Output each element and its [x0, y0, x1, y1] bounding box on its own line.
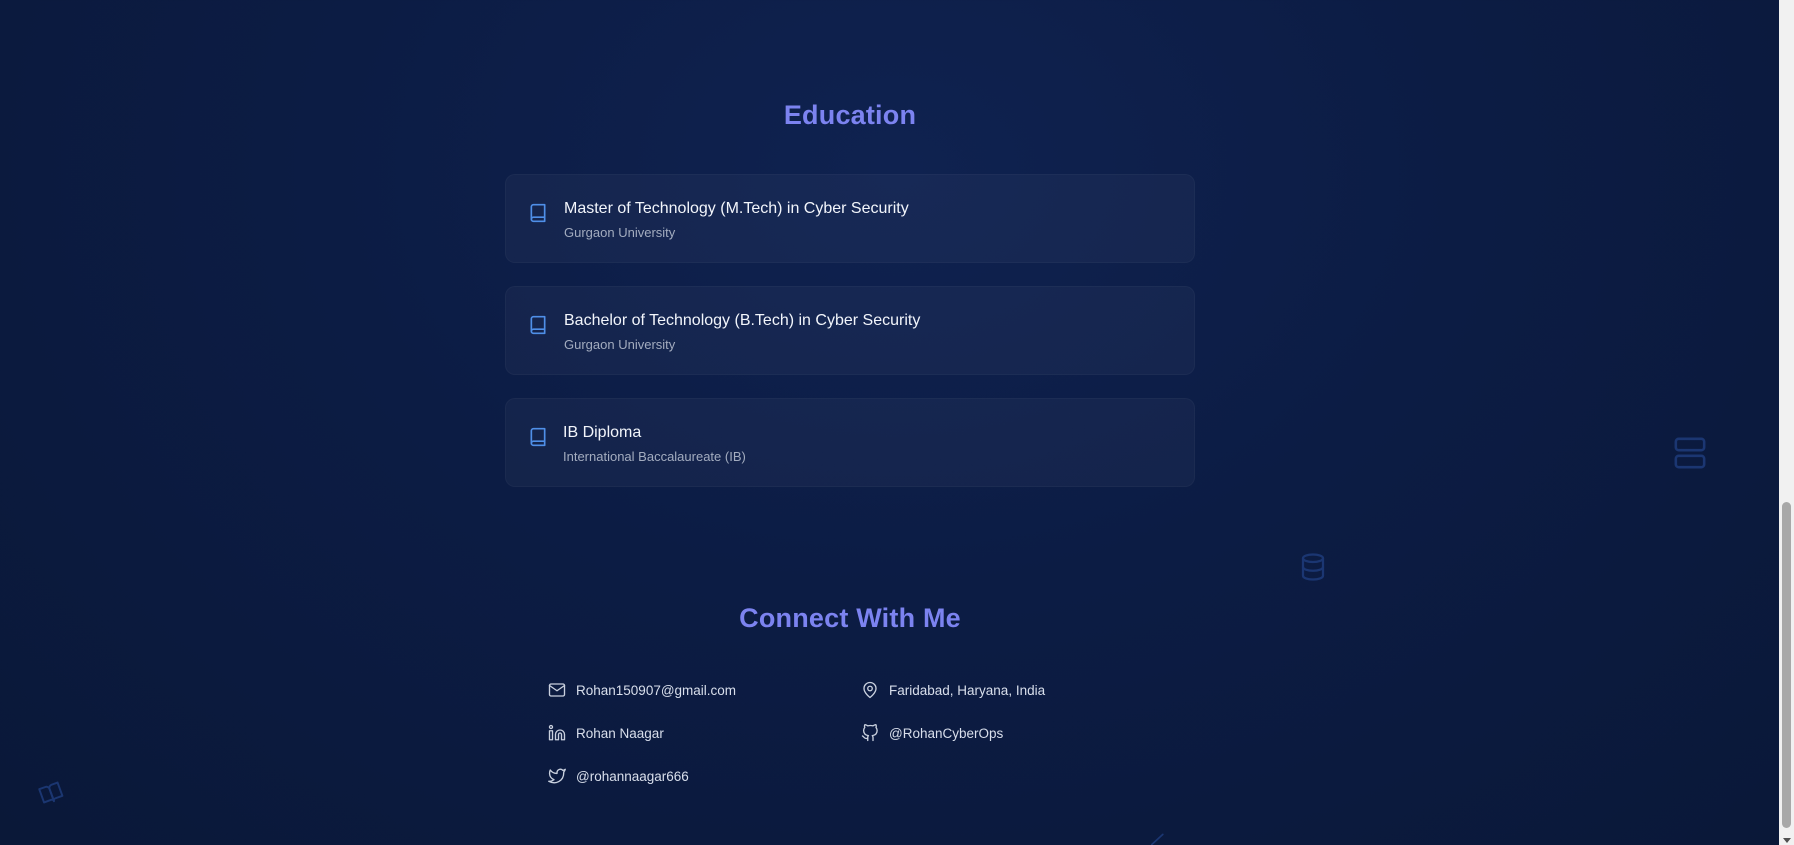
server-icon	[1674, 437, 1706, 469]
scrollbar-thumb[interactable]	[1782, 502, 1791, 828]
education-heading: Education	[783, 100, 917, 130]
location-item: Faridabad, Haryana, India	[861, 680, 1045, 700]
twitter-link[interactable]: @rohannaagar666	[548, 766, 689, 786]
github-text: @RohanCyberOps	[889, 725, 1004, 741]
degree-title: Bachelor of Technology (B.Tech) in Cyber…	[564, 312, 921, 329]
mail-icon	[548, 683, 566, 697]
email-link[interactable]: Rohan150907@gmail.com	[548, 680, 736, 700]
connect-heading: Connect With Me	[739, 603, 961, 633]
book-icon	[530, 315, 546, 335]
github-icon	[861, 724, 878, 742]
education-card-mtech: Master of Technology (M.Tech) in Cyber S…	[505, 174, 1195, 263]
pen-icon	[1151, 833, 1164, 845]
linkedin-text: Rohan Naagar	[576, 725, 664, 741]
twitter-icon	[548, 768, 566, 784]
github-link[interactable]: @RohanCyberOps	[861, 723, 1003, 743]
education-card-btech: Bachelor of Technology (B.Tech) in Cyber…	[505, 286, 1195, 375]
linkedin-link[interactable]: Rohan Naagar	[548, 723, 664, 743]
scroll-down-arrow-icon[interactable]	[1783, 838, 1791, 843]
email-text: Rohan150907@gmail.com	[576, 682, 737, 698]
degree-title: Master of Technology (M.Tech) in Cyber S…	[564, 200, 909, 217]
map-pin-icon	[863, 681, 877, 699]
vertical-scrollbar[interactable]	[1779, 0, 1794, 845]
school-name: Gurgaon University	[564, 337, 676, 352]
education-card-ib: IB Diploma International Baccalaureate (…	[505, 398, 1195, 487]
book-open-icon	[38, 781, 64, 804]
portfolio-page: Education Master of Technology (M.Tech) …	[0, 0, 1779, 845]
location-text: Faridabad, Haryana, India	[889, 682, 1046, 698]
twitter-text: @rohannaagar666	[576, 768, 689, 784]
book-icon	[530, 427, 546, 447]
book-icon	[530, 203, 546, 223]
database-icon	[1301, 553, 1325, 581]
school-name: International Baccalaureate (IB)	[563, 449, 746, 464]
linkedin-icon	[548, 724, 566, 741]
degree-title: IB Diploma	[563, 424, 642, 441]
school-name: Gurgaon University	[564, 225, 676, 240]
